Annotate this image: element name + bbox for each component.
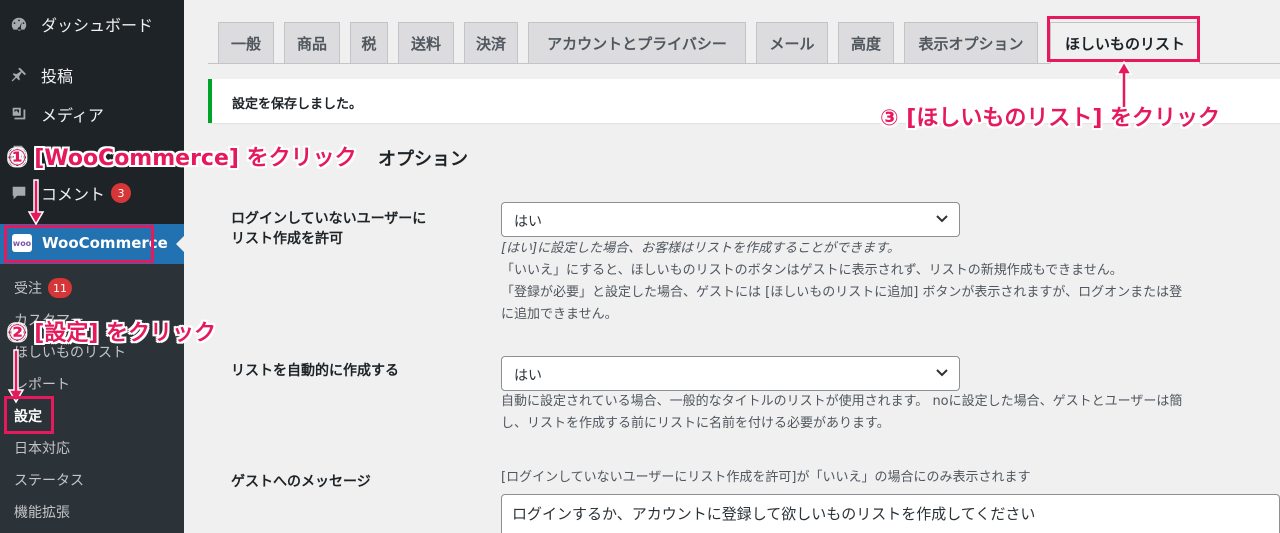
guest-create-select[interactable]: はい bbox=[501, 202, 960, 237]
guest-create-description: [はい]に設定した場合、お客様はリストを作成することができます。 「いいえ」にす… bbox=[501, 238, 1182, 326]
tab-display-options[interactable]: 表示オプション bbox=[904, 22, 1038, 64]
field-label-auto-create: リストを自動的に作成する bbox=[231, 363, 399, 379]
select-value: はい bbox=[514, 368, 542, 384]
guest-message-note: [ログインしていないユーザーにリスト作成を許可]が「いいえ」の場合にのみ表示され… bbox=[501, 470, 1031, 485]
sidebar-item-posts[interactable]: 投稿 bbox=[0, 63, 184, 87]
submenu-item-status[interactable]: ステータス bbox=[14, 470, 84, 490]
section-title: オプション bbox=[378, 149, 468, 170]
chevron-down-icon bbox=[936, 369, 948, 377]
tab-shipping[interactable]: 送料 bbox=[398, 22, 454, 64]
description-line: 「登録が必要」と設定した場合、ゲストには [ほしいものリストに追加] ボタンが表… bbox=[501, 285, 1183, 300]
auto-create-select[interactable]: はい bbox=[501, 356, 960, 391]
sidebar-item-label: ダッシュボード bbox=[41, 16, 154, 35]
field-label-guest-create: ログインしていないユーザーに リスト作成を許可 bbox=[231, 209, 426, 249]
chevron-down-icon bbox=[936, 215, 948, 223]
description-line: し、リストを作成する前にリストに名前を付ける必要があります。 bbox=[501, 416, 890, 431]
annotation-step-1: ① [WooCommerce] をクリック bbox=[8, 146, 357, 171]
field-label-line: リスト作成を許可 bbox=[231, 231, 343, 247]
notice-text: 設定を保存しました。 bbox=[232, 97, 363, 112]
annotation-arrow-down-icon bbox=[27, 179, 45, 226]
tab-email[interactable]: メール bbox=[756, 22, 828, 64]
submenu-item-label: 日本対応 bbox=[14, 441, 70, 457]
sidebar-item-label: メディア bbox=[41, 106, 104, 125]
tab-products[interactable]: 商品 bbox=[284, 22, 340, 64]
admin-sidebar: ダッシュボード 投稿 メディア コメント 3 woo WooCommerce 受… bbox=[0, 0, 184, 533]
submenu-item-label: 受注 bbox=[14, 281, 42, 297]
annotation-box-settings bbox=[4, 396, 54, 434]
description-line: 「いいえ」にすると、ほしいものリストのボタンはゲストに表示されず、リストの新規作… bbox=[501, 263, 1123, 278]
media-icon bbox=[9, 104, 29, 124]
tab-accounts-privacy[interactable]: アカウントとプライバシー bbox=[528, 22, 746, 64]
tab-tax[interactable]: 税 bbox=[350, 22, 388, 64]
description-line: に追加できません。 bbox=[501, 307, 618, 322]
auto-create-description: 自動に設定されている場合、一般的なタイトルのリストが使用されます。 noに設定し… bbox=[501, 391, 1182, 435]
comment-count-badge: 3 bbox=[111, 183, 132, 203]
field-label-guest-message: ゲストへのメッセージ bbox=[231, 474, 371, 490]
sidebar-item-dashboard[interactable]: ダッシュボード bbox=[0, 12, 184, 36]
annotation-box-woocommerce bbox=[4, 225, 154, 263]
submenu-item-extensions[interactable]: 機能拡張 bbox=[14, 502, 70, 522]
annotation-step-3: ③ [ほしいものリスト] をクリック bbox=[880, 106, 1221, 131]
submenu-item-label: 機能拡張 bbox=[14, 505, 70, 521]
description-line: 自動に設定されている場合、一般的なタイトルのリストが使用されます。 noに設定し… bbox=[501, 394, 1183, 409]
select-value: はい bbox=[514, 214, 542, 230]
tab-general[interactable]: 一般 bbox=[218, 22, 274, 64]
field-label-line: ログインしていないユーザーに bbox=[231, 211, 427, 227]
description-line: [はい]に設定した場合、お客様はリストを作成することができます。 bbox=[501, 241, 900, 256]
tab-payments[interactable]: 決済 bbox=[464, 22, 518, 64]
submenu-item-orders[interactable]: 受注 11 bbox=[14, 278, 72, 298]
annotation-step-2: ② [設定] をクリック bbox=[8, 321, 217, 346]
submenu-item-japan[interactable]: 日本対応 bbox=[14, 438, 70, 458]
submenu-item-label: ステータス bbox=[14, 473, 84, 489]
guest-message-textarea[interactable]: ログインするか、アカウントに登録して欲しいものリストを作成してください bbox=[501, 494, 1280, 533]
sidebar-item-label: コメント bbox=[41, 185, 106, 204]
sidebar-item-label: 投稿 bbox=[41, 67, 74, 86]
annotation-box-wishlist-tab bbox=[1047, 16, 1200, 62]
dashboard-icon bbox=[9, 14, 29, 34]
sidebar-item-media[interactable]: メディア bbox=[0, 102, 184, 126]
pin-icon bbox=[9, 65, 29, 85]
tab-advanced[interactable]: 高度 bbox=[838, 22, 894, 64]
orders-count-badge: 11 bbox=[48, 278, 72, 298]
